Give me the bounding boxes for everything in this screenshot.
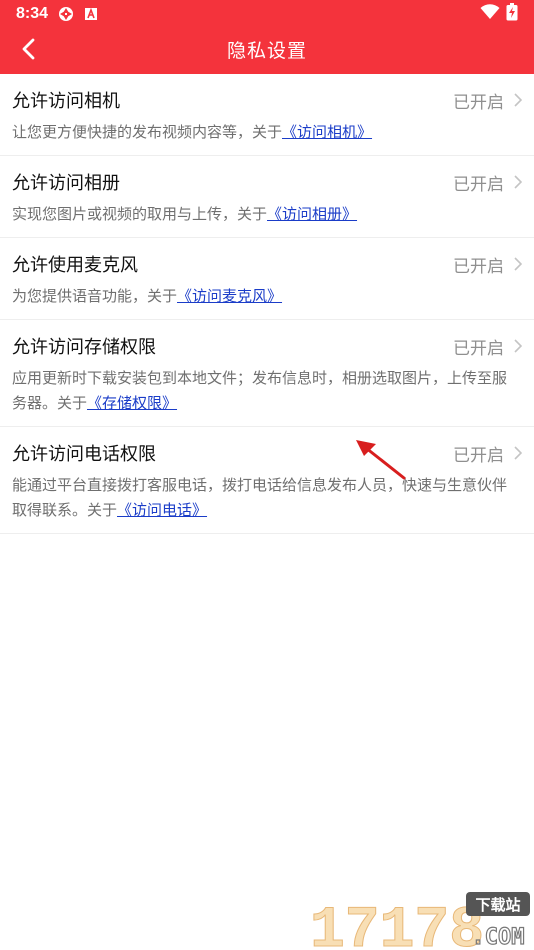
- annotation-arrow-icon: [352, 434, 412, 488]
- page-title: 隐私设置: [226, 40, 307, 62]
- chevron-right-icon: [508, 257, 522, 271]
- setting-description: 让您更方便快捷的发布视频内容等，关于《访问相机》: [12, 123, 373, 141]
- setting-item-phone[interactable]: 允许访问电话权限 已开启 能通过平台直接拨打客服电话，拨打电话给信息发布人员，快…: [0, 427, 534, 534]
- setting-status: 已开启: [453, 256, 504, 277]
- policy-link-phone[interactable]: 《访问电话》: [117, 501, 207, 519]
- setting-title: 允许访问相册: [12, 173, 120, 194]
- policy-link-album[interactable]: 《访问相册》: [267, 205, 357, 223]
- watermark-logo: 17178 下载站 .COM: [304, 886, 534, 950]
- aperture-icon: [58, 6, 74, 22]
- status-bar: 8:34: [0, 0, 534, 28]
- wifi-icon: [480, 4, 500, 24]
- setting-item-microphone[interactable]: 允许使用麦克风 已开启 为您提供语音功能，关于《访问麦克风》: [0, 238, 534, 320]
- setting-item-camera[interactable]: 允许访问相机 已开启 让您更方便快捷的发布视频内容等，关于《访问相机》: [0, 74, 534, 156]
- setting-description: 能通过平台直接拨打客服电话，拨打电话给信息发布人员，快速与生意伙伴取得联系。关于…: [12, 476, 508, 519]
- setting-status: 已开启: [453, 92, 504, 113]
- chevron-right-icon: [508, 93, 522, 107]
- setting-description: 为您提供语音功能，关于《访问麦克风》: [12, 287, 283, 305]
- setting-status: 已开启: [453, 445, 504, 466]
- setting-description: 应用更新时下载安装包到本地文件；发布信息时，相册选取图片，上传至服务器。关于《存…: [12, 369, 508, 412]
- policy-link-microphone[interactable]: 《访问麦克风》: [177, 287, 282, 305]
- setting-item-album[interactable]: 允许访问相册 已开启 实现您图片或视频的取用与上传，关于《访问相册》: [0, 156, 534, 238]
- chevron-right-icon: [508, 446, 522, 460]
- setting-status: 已开启: [453, 174, 504, 195]
- watermark-domain: .COM: [472, 925, 525, 950]
- setting-title: 允许访问电话权限: [12, 444, 156, 465]
- setting-item-storage[interactable]: 允许访问存储权限 已开启 应用更新时下载安装包到本地文件；发布信息时，相册选取图…: [0, 320, 534, 427]
- chevron-right-icon: [508, 339, 522, 353]
- app-bar: 隐私设置: [0, 28, 534, 74]
- policy-link-storage[interactable]: 《存储权限》: [87, 394, 177, 412]
- chevron-right-icon: [508, 175, 522, 189]
- setting-description: 实现您图片或视频的取用与上传，关于《访问相册》: [12, 205, 358, 223]
- setting-status: 已开启: [453, 338, 504, 359]
- setting-title: 允许访问存储权限: [12, 337, 156, 358]
- watermark-number: 17178: [310, 899, 484, 950]
- privacy-settings-list: 允许访问相机 已开启 让您更方便快捷的发布视频内容等，关于《访问相机》 允许访问…: [0, 74, 534, 534]
- policy-link-camera[interactable]: 《访问相机》: [282, 123, 372, 141]
- battery-charging-icon: [506, 3, 518, 25]
- setting-title: 允许访问相机: [12, 91, 120, 112]
- setting-title: 允许使用麦克风: [12, 255, 138, 276]
- watermark-badge: 下载站: [475, 896, 520, 914]
- font-app-icon: [84, 7, 98, 21]
- status-time: 8:34: [16, 5, 49, 22]
